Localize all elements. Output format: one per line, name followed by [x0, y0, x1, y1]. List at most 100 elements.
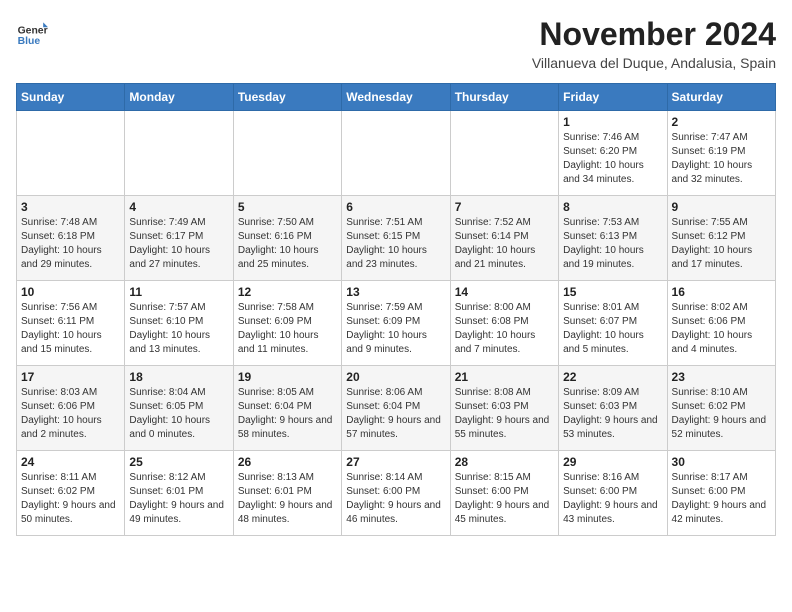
calendar-cell: 8Sunrise: 7:53 AM Sunset: 6:13 PM Daylig… [559, 196, 667, 281]
weekday-header: Sunday [17, 84, 125, 111]
day-number: 29 [563, 455, 662, 469]
day-number: 10 [21, 285, 120, 299]
day-number: 25 [129, 455, 228, 469]
day-number: 9 [672, 200, 771, 214]
day-info: Sunrise: 7:49 AM Sunset: 6:17 PM Dayligh… [129, 216, 228, 272]
day-info: Sunrise: 7:48 AM Sunset: 6:18 PM Dayligh… [21, 216, 120, 272]
calendar-cell [450, 111, 558, 196]
calendar-cell [17, 111, 125, 196]
calendar-table: SundayMondayTuesdayWednesdayThursdayFrid… [16, 83, 776, 536]
calendar-week-row: 10 Sunrise: 7:56 AM Sunset: 6:11 PM Dayli… [17, 281, 776, 366]
logo-icon: General Blue [16, 16, 48, 48]
day-info: Sunrise: 7:58 AM Sunset: 6:09 PM Dayligh… [238, 301, 337, 357]
calendar-cell [342, 111, 450, 196]
day-number: 23 [672, 370, 771, 384]
day-info: Sunrise: 8:17 AM Sunset: 6:00 PM Dayligh… [672, 471, 771, 527]
weekday-header: Saturday [667, 84, 775, 111]
day-info: Sunrise: 8:02 AM Sunset: 6:06 PM Dayligh… [672, 301, 771, 357]
day-number: 4 [129, 200, 228, 214]
calendar-cell: 5 Sunrise: 7:50 AM Sunset: 6:16 PM Daylig… [233, 196, 341, 281]
day-number: 19 [238, 370, 337, 384]
day-number: 18 [129, 370, 228, 384]
svg-text:General: General [18, 26, 48, 37]
day-number: 20 [346, 370, 445, 384]
day-info: Sunrise: 8:01 AM Sunset: 6:07 PM Dayligh… [563, 301, 662, 357]
day-info: Sunrise: 7:53 AM Sunset: 6:13 PM Dayligh… [563, 216, 662, 272]
day-number: 17 [21, 370, 120, 384]
calendar-cell: 12 Sunrise: 7:58 AM Sunset: 6:09 PM Dayli… [233, 281, 341, 366]
day-number: 12 [238, 285, 337, 299]
calendar-cell: 25 Sunrise: 8:12 AM Sunset: 6:01 PM Dayli… [125, 451, 233, 536]
calendar-cell: 19Sunrise: 8:05 AM Sunset: 6:04 PM Dayli… [233, 366, 341, 451]
calendar-cell [125, 111, 233, 196]
calendar-cell: 17 Sunrise: 8:03 AM Sunset: 6:06 PM Dayli… [17, 366, 125, 451]
day-info: Sunrise: 8:04 AM Sunset: 6:05 PM Dayligh… [129, 386, 228, 442]
weekday-header: Tuesday [233, 84, 341, 111]
calendar-cell: 1Sunrise: 7:46 AM Sunset: 6:20 PM Daylig… [559, 111, 667, 196]
day-number: 6 [346, 200, 445, 214]
calendar-cell: 22 Sunrise: 8:09 AM Sunset: 6:03 PM Dayli… [559, 366, 667, 451]
calendar-week-row: 24Sunrise: 8:11 AM Sunset: 6:02 PM Dayli… [17, 451, 776, 536]
svg-text:Blue: Blue [18, 36, 41, 47]
calendar-week-row: 17 Sunrise: 8:03 AM Sunset: 6:06 PM Dayli… [17, 366, 776, 451]
calendar-cell: 29 Sunrise: 8:16 AM Sunset: 6:00 PM Dayli… [559, 451, 667, 536]
calendar-cell: 13Sunrise: 7:59 AM Sunset: 6:09 PM Dayli… [342, 281, 450, 366]
day-number: 26 [238, 455, 337, 469]
day-info: Sunrise: 7:47 AM Sunset: 6:19 PM Dayligh… [672, 131, 771, 187]
day-info: Sunrise: 7:46 AM Sunset: 6:20 PM Dayligh… [563, 131, 662, 187]
weekday-header: Thursday [450, 84, 558, 111]
day-info: Sunrise: 7:52 AM Sunset: 6:14 PM Dayligh… [455, 216, 554, 272]
calendar-cell: 24Sunrise: 8:11 AM Sunset: 6:02 PM Dayli… [17, 451, 125, 536]
day-number: 5 [238, 200, 337, 214]
location: Villanueva del Duque, Andalusia, Spain [532, 55, 776, 71]
calendar-cell: 7 Sunrise: 7:52 AM Sunset: 6:14 PM Daylig… [450, 196, 558, 281]
page-header: General Blue November 2024 Villanueva de… [16, 16, 776, 71]
calendar-cell: 14Sunrise: 8:00 AM Sunset: 6:08 PM Dayli… [450, 281, 558, 366]
day-number: 24 [21, 455, 120, 469]
weekday-header: Wednesday [342, 84, 450, 111]
day-info: Sunrise: 8:15 AM Sunset: 6:00 PM Dayligh… [455, 471, 554, 527]
day-number: 3 [21, 200, 120, 214]
day-number: 11 [129, 285, 228, 299]
day-info: Sunrise: 8:13 AM Sunset: 6:01 PM Dayligh… [238, 471, 337, 527]
day-info: Sunrise: 8:16 AM Sunset: 6:00 PM Dayligh… [563, 471, 662, 527]
day-info: Sunrise: 8:10 AM Sunset: 6:02 PM Dayligh… [672, 386, 771, 442]
calendar-cell: 2Sunrise: 7:47 AM Sunset: 6:19 PM Daylig… [667, 111, 775, 196]
calendar-cell: 18 Sunrise: 8:04 AM Sunset: 6:05 PM Dayli… [125, 366, 233, 451]
calendar-cell: 23 Sunrise: 8:10 AM Sunset: 6:02 PM Dayli… [667, 366, 775, 451]
day-number: 15 [563, 285, 662, 299]
calendar-cell: 21 Sunrise: 8:08 AM Sunset: 6:03 PM Dayli… [450, 366, 558, 451]
calendar-cell: 27 Sunrise: 8:14 AM Sunset: 6:00 PM Dayli… [342, 451, 450, 536]
day-info: Sunrise: 7:55 AM Sunset: 6:12 PM Dayligh… [672, 216, 771, 272]
calendar-header-row: SundayMondayTuesdayWednesdayThursdayFrid… [17, 84, 776, 111]
calendar-cell: 26 Sunrise: 8:13 AM Sunset: 6:01 PM Dayli… [233, 451, 341, 536]
calendar-cell: 3 Sunrise: 7:48 AM Sunset: 6:18 PM Daylig… [17, 196, 125, 281]
day-number: 7 [455, 200, 554, 214]
day-info: Sunrise: 7:57 AM Sunset: 6:10 PM Dayligh… [129, 301, 228, 357]
calendar-cell: 28 Sunrise: 8:15 AM Sunset: 6:00 PM Dayli… [450, 451, 558, 536]
day-info: Sunrise: 8:14 AM Sunset: 6:00 PM Dayligh… [346, 471, 445, 527]
calendar-cell: 11 Sunrise: 7:57 AM Sunset: 6:10 PM Dayli… [125, 281, 233, 366]
weekday-header: Monday [125, 84, 233, 111]
day-number: 13 [346, 285, 445, 299]
day-info: Sunrise: 8:03 AM Sunset: 6:06 PM Dayligh… [21, 386, 120, 442]
day-info: Sunrise: 8:00 AM Sunset: 6:08 PM Dayligh… [455, 301, 554, 357]
day-number: 28 [455, 455, 554, 469]
day-number: 27 [346, 455, 445, 469]
day-info: Sunrise: 8:06 AM Sunset: 6:04 PM Dayligh… [346, 386, 445, 442]
day-info: Sunrise: 7:51 AM Sunset: 6:15 PM Dayligh… [346, 216, 445, 272]
day-info: Sunrise: 8:12 AM Sunset: 6:01 PM Dayligh… [129, 471, 228, 527]
day-info: Sunrise: 7:56 AM Sunset: 6:11 PM Dayligh… [21, 301, 120, 357]
calendar-cell: 16Sunrise: 8:02 AM Sunset: 6:06 PM Dayli… [667, 281, 775, 366]
day-info: Sunrise: 8:08 AM Sunset: 6:03 PM Dayligh… [455, 386, 554, 442]
day-info: Sunrise: 7:50 AM Sunset: 6:16 PM Dayligh… [238, 216, 337, 272]
day-info: Sunrise: 8:09 AM Sunset: 6:03 PM Dayligh… [563, 386, 662, 442]
day-number: 22 [563, 370, 662, 384]
calendar-cell: 15 Sunrise: 8:01 AM Sunset: 6:07 PM Dayli… [559, 281, 667, 366]
calendar-cell [233, 111, 341, 196]
calendar-week-row: 1Sunrise: 7:46 AM Sunset: 6:20 PM Daylig… [17, 111, 776, 196]
calendar-cell: 10 Sunrise: 7:56 AM Sunset: 6:11 PM Dayli… [17, 281, 125, 366]
day-number: 21 [455, 370, 554, 384]
month-year: November 2024 [532, 16, 776, 53]
calendar-cell: 30Sunrise: 8:17 AM Sunset: 6:00 PM Dayli… [667, 451, 775, 536]
